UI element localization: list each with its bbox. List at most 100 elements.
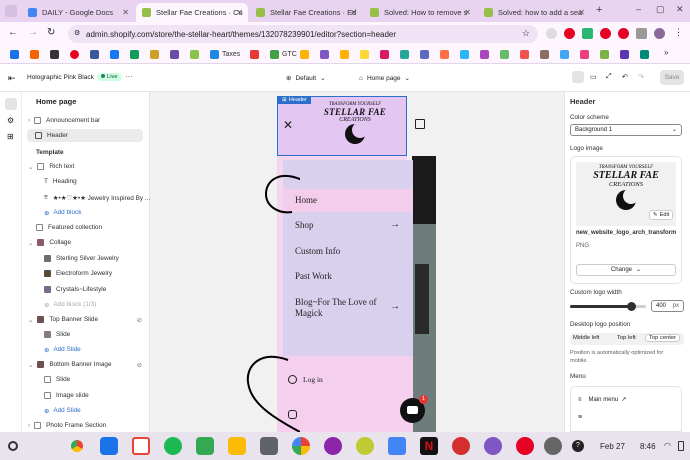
- bookmark-taxes[interactable]: Taxes: [210, 50, 240, 59]
- tasks-icon[interactable]: [196, 437, 214, 455]
- section-bottom-banner[interactable]: ⌄ Bottom Banner Image ⊘: [28, 358, 142, 371]
- bookmark-d[interactable]: [580, 50, 589, 59]
- profile-avatar[interactable]: [654, 28, 665, 39]
- chrome-icon[interactable]: [68, 437, 86, 455]
- extension-icon[interactable]: [546, 28, 557, 39]
- bookmark-v[interactable]: [150, 50, 159, 59]
- calculator-icon[interactable]: [260, 437, 278, 455]
- files-icon[interactable]: [100, 437, 118, 455]
- close-window-icon[interactable]: ✕: [676, 4, 684, 15]
- bookmark-sheets[interactable]: [130, 50, 139, 59]
- logo-width-input[interactable]: 400 px: [651, 300, 684, 312]
- bookmark-star-icon[interactable]: ☆: [522, 28, 530, 39]
- logo-width-slider-handle[interactable]: [626, 302, 636, 311]
- close-tab-icon[interactable]: ✕: [578, 8, 585, 17]
- store-logo[interactable]: TRANSFORM YOURSELF STELLAR FAE CREATIONS: [320, 100, 390, 154]
- tab-solved-remove[interactable]: Solved: How to remove s ✕: [364, 3, 476, 22]
- pinterest-icon[interactable]: [564, 28, 575, 39]
- google-photos-icon[interactable]: [292, 437, 310, 455]
- bookmark-t[interactable]: [460, 50, 469, 59]
- bookmark-pinterest[interactable]: [70, 50, 79, 59]
- bookmark-y1[interactable]: [300, 50, 309, 59]
- menu-item-blog[interactable]: Blog~For The Love of Magick: [295, 297, 385, 319]
- position-option-top-left[interactable]: Top left: [617, 335, 636, 341]
- redo-icon[interactable]: ↷: [638, 73, 644, 81]
- minimize-icon[interactable]: –: [636, 4, 641, 14]
- launcher-icon[interactable]: [8, 441, 18, 451]
- hidden-eye-icon[interactable]: ⊘: [137, 361, 142, 369]
- pinterest-icon[interactable]: [600, 28, 611, 39]
- more-actions-icon[interactable]: ···: [125, 72, 133, 81]
- section-featured-collection[interactable]: Featured collection: [28, 221, 102, 234]
- menu-item-past-work[interactable]: Past Work: [295, 271, 332, 281]
- exit-icon[interactable]: ⇤: [8, 73, 16, 84]
- battery-icon[interactable]: [678, 441, 684, 451]
- section-announcement-bar[interactable]: › Announcement bar: [28, 114, 100, 127]
- bookmark-m[interactable]: [90, 50, 99, 59]
- pinterest-app-icon[interactable]: [516, 437, 534, 455]
- bookmark-o[interactable]: [440, 50, 449, 59]
- bookmark-s[interactable]: [400, 50, 409, 59]
- block-sterling[interactable]: Sterling Silver Jewelry: [44, 252, 119, 265]
- bookmark-g[interactable]: [190, 50, 199, 59]
- bookmark-h[interactable]: [170, 50, 179, 59]
- bookmark-gtc[interactable]: GTC: [270, 50, 297, 59]
- maximize-icon[interactable]: ▢: [656, 4, 665, 15]
- time-label[interactable]: 8:46: [640, 442, 656, 451]
- bookmark-z[interactable]: [640, 50, 649, 59]
- bookmark-l[interactable]: [500, 50, 509, 59]
- apps-icon[interactable]: ⊞: [7, 132, 14, 141]
- bookmark-b[interactable]: [250, 50, 259, 59]
- block-heading[interactable]: T Heading: [44, 175, 77, 188]
- bookmark-r[interactable]: [380, 50, 389, 59]
- netflix-icon[interactable]: N: [420, 437, 438, 455]
- default-selector[interactable]: ⊕ Default ⌄: [286, 74, 326, 82]
- page-selector[interactable]: ⌂ Home page ⌄: [359, 74, 410, 82]
- section-collage[interactable]: ⌄ Collage: [28, 236, 71, 249]
- bookmark-etsy[interactable]: [30, 50, 39, 59]
- add-slide-button[interactable]: ⊕ Add Slide: [44, 343, 81, 356]
- green-app-icon[interactable]: [356, 437, 374, 455]
- position-option-top-center[interactable]: Top center: [645, 334, 681, 342]
- add-block-button[interactable]: ⊕ Add block: [44, 206, 81, 219]
- site-info-icon[interactable]: ⚙: [74, 29, 80, 37]
- help-icon[interactable]: ?: [572, 440, 584, 452]
- block-slide[interactable]: Slide: [44, 328, 70, 341]
- spotify-icon[interactable]: [164, 437, 182, 455]
- photos-icon[interactable]: [228, 437, 246, 455]
- block-slide-2[interactable]: Slide: [44, 373, 70, 386]
- undo-icon[interactable]: ↶: [622, 73, 628, 81]
- tab-daily-docs[interactable]: DAILY - Google Docs ✕: [22, 3, 134, 22]
- bookmark-a[interactable]: [50, 50, 59, 59]
- inspector-icon[interactable]: [572, 71, 584, 83]
- block-crystals[interactable]: Crystals~Lifestyle: [44, 283, 106, 296]
- bookmark-k[interactable]: [420, 50, 429, 59]
- gmail-icon[interactable]: [132, 437, 150, 455]
- main-menu-link[interactable]: ≡ Main menu ↗: [578, 396, 626, 404]
- tab-search-icon[interactable]: [5, 5, 17, 17]
- hidden-eye-icon[interactable]: ⊘: [137, 316, 142, 324]
- docs-icon[interactable]: [388, 437, 406, 455]
- wifi-icon[interactable]: ◠: [664, 441, 671, 450]
- add-slide-button-2[interactable]: ⊕ Add Slide: [44, 404, 81, 417]
- tab-editor[interactable]: Stellar Fae Creations · Ed ✕: [250, 3, 362, 22]
- bookmark-blue[interactable]: [10, 50, 19, 59]
- bookmark-w[interactable]: [620, 50, 629, 59]
- reload-icon[interactable]: ↻: [47, 27, 55, 38]
- section-top-banner[interactable]: ⌄ Top Banner Slide ⊘: [28, 313, 142, 326]
- extension-app-icon[interactable]: [544, 437, 562, 455]
- close-menu-icon[interactable]: ✕: [283, 118, 293, 132]
- tab-solved-add[interactable]: Solved: how to add a sea ✕: [478, 3, 590, 22]
- section-header[interactable]: Header: [27, 129, 143, 142]
- more-menu-icon[interactable]: ⋮: [674, 27, 683, 38]
- chat-widget[interactable]: 1: [400, 395, 428, 423]
- settings-gear-icon[interactable]: ⚙: [7, 116, 14, 125]
- shop-arrow-icon[interactable]: →: [390, 219, 400, 230]
- close-tab-icon[interactable]: ✕: [350, 8, 357, 17]
- block-jewelry-text[interactable]: ≡ ★•★♡★•★ Jewelry Inspired By ...: [44, 191, 150, 204]
- color-scheme-select[interactable]: Background 1 ⌄: [570, 124, 682, 136]
- back-icon[interactable]: ←: [8, 27, 18, 38]
- new-tab-icon[interactable]: +: [596, 4, 602, 16]
- forward-icon[interactable]: →: [28, 27, 38, 38]
- bookmark-c[interactable]: [560, 50, 569, 59]
